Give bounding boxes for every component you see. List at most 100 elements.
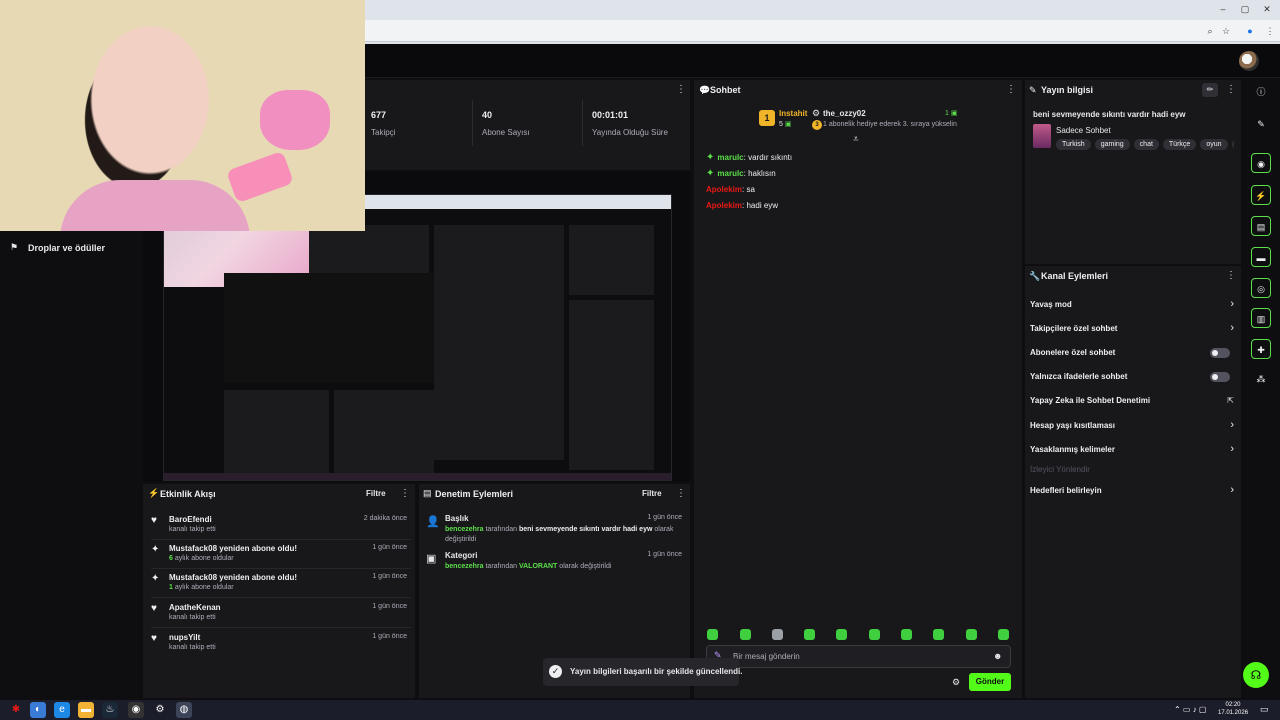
emoji-icon[interactable]: ☻ (993, 651, 1002, 661)
list-item[interactable]: ♥ ApatheKenan kanalı takip etti 1 gün ön… (151, 600, 411, 628)
camera-icon[interactable]: ◉ (1251, 153, 1271, 173)
chat-bubble-icon[interactable]: ▬ (1251, 247, 1271, 267)
edge-icon[interactable]: e (54, 702, 70, 718)
steam-icon[interactable]: ♨ (102, 702, 118, 718)
address-bar[interactable] (365, 20, 1280, 42)
bookmark-star-icon[interactable]: ☆ (1220, 25, 1232, 37)
action-account-age[interactable]: Hesap yaşı kısıtlaması › (1030, 419, 1236, 435)
help-chat-icon[interactable]: ☊ (1243, 662, 1269, 688)
badge-icon: ✦ (706, 168, 715, 179)
list-item[interactable]: ♥ nupsYilt kanalı takip etti 1 gün önce (151, 630, 411, 658)
emote-button[interactable] (707, 629, 718, 640)
item-title: Mustafack08 yeniden abone oldu! (169, 544, 298, 553)
leaderboard-count: 5 ▣ (779, 121, 792, 128)
chrome-icon[interactable]: ◍ (176, 702, 192, 718)
stat-label: Abone Sayısı (482, 128, 530, 137)
broadcast-icon[interactable]: ◎ (1251, 278, 1271, 298)
gifter-name[interactable]: the_ozzy02 (823, 109, 866, 118)
divider (582, 100, 583, 146)
action-ai-moderation[interactable]: Yapay Zeka ile Sohbet Denetimi ⇱ (1030, 396, 1236, 410)
stats-menu-icon[interactable]: ⋮ (676, 84, 686, 95)
zoom-icon[interactable]: ⌕ (1204, 25, 1216, 37)
bolt-icon[interactable]: ⚡ (1251, 185, 1271, 205)
leaderboard-name[interactable]: Instahit (779, 109, 807, 118)
action-followers-only[interactable]: Takipçilere özel sohbet › (1030, 322, 1236, 338)
moderation-menu-icon[interactable]: ⋮ (676, 488, 686, 499)
emote-button[interactable] (804, 629, 815, 640)
emote-button[interactable] (869, 629, 880, 640)
layout-icon[interactable]: ▥ (1251, 308, 1271, 328)
send-button[interactable]: Gönder (969, 673, 1011, 691)
maximize-button[interactable]: ▢ (1234, 4, 1256, 16)
activity-menu-icon[interactable]: ⋮ (400, 488, 410, 499)
avatar[interactable] (1239, 51, 1259, 71)
tag-chip: Türkçe (1162, 139, 1197, 150)
clock[interactable]: 02:20 17.01.2026 (1218, 701, 1248, 717)
chat-icon: 💬 (699, 85, 711, 95)
emote-button[interactable] (772, 629, 783, 640)
edit-stream-info-button[interactable]: ✏ (1202, 83, 1218, 97)
chat-menu-icon[interactable]: ⋮ (1006, 84, 1016, 95)
toggle-switch[interactable] (1210, 348, 1230, 358)
stat-uptime: 00:01:01 Yayında Olduğu Süre (592, 110, 668, 137)
action-emote-only[interactable]: Yalnızca ifadelerle sohbet (1030, 372, 1236, 386)
settings-icon[interactable]: ⚙ (152, 702, 168, 718)
stream-info-menu-icon[interactable]: ⋮ (1226, 84, 1236, 95)
action-subscribers-only[interactable]: Abonelere özel sohbet (1030, 348, 1236, 362)
notification-icon[interactable]: ▭ (1260, 704, 1269, 715)
start-icon[interactable]: ✱ (8, 702, 24, 718)
tray-icons[interactable]: ⌃ ▭ ♪ ▢ (1174, 705, 1207, 714)
chat-settings-icon[interactable]: ⚙ (952, 677, 960, 688)
emote-button[interactable] (998, 629, 1009, 640)
browser-menu-icon[interactable]: ⋮ (1264, 25, 1276, 37)
moderation-filter-button[interactable]: Filtre (642, 489, 662, 498)
action-slow-mode[interactable]: Yavaş mod › (1030, 298, 1236, 314)
list-item[interactable]: 👤 Başlık 1 gün önce bencezehra tarafında… (426, 514, 684, 548)
wrench-icon[interactable]: ✚ (1251, 339, 1271, 359)
obs-icon[interactable]: ◉ (128, 702, 144, 718)
emote-button[interactable] (901, 629, 912, 640)
app-icon[interactable]: ◐ (30, 702, 46, 718)
stream-preview-video[interactable] (163, 194, 672, 481)
info-icon[interactable]: ⓘ (1251, 82, 1271, 102)
chat-username[interactable]: marulc (717, 169, 743, 178)
item-subtitle: kanalı takip etti (169, 644, 216, 651)
close-window-button[interactable]: ✕ (1256, 4, 1278, 16)
emote-button[interactable] (933, 629, 944, 640)
activity-filter-button[interactable]: Filtre (366, 489, 386, 498)
channel-actions-menu-icon[interactable]: ⋮ (1226, 270, 1236, 281)
leaderboard-rank-badge: 1 (759, 110, 775, 126)
profile-icon[interactable]: ● (1244, 25, 1256, 37)
category-thumbnail[interactable] (1033, 124, 1051, 148)
list-item[interactable]: ▣ Kategori 1 gün önce bencezehra tarafın… (426, 551, 684, 575)
chat-message[interactable]: ✦ marulc: haklısın (706, 168, 776, 179)
left-sidebar (0, 231, 143, 700)
list-item[interactable]: ✦ Mustafack08 yeniden abone oldu! 1 aylı… (151, 570, 411, 598)
document-icon[interactable]: ▤ (1251, 216, 1271, 236)
heart-icon: ♥ (151, 515, 157, 526)
minimize-button[interactable]: – (1212, 4, 1234, 16)
chevron-right-icon: › (1230, 298, 1234, 310)
chat-message[interactable]: Apolekim: sa (706, 185, 755, 194)
share-icon[interactable]: ⁂ (1251, 369, 1271, 389)
list-item[interactable]: ♥ BaroEfendi kanalı takip etti 2 dakika … (151, 512, 411, 540)
action-set-goals[interactable]: Hedefleri belirleyin › (1030, 484, 1236, 500)
taskbar (0, 700, 1280, 720)
emote-button[interactable] (740, 629, 751, 640)
chat-username[interactable]: marulc (717, 153, 743, 162)
chat-message[interactable]: ✦ marulc: vardır sıkıntı (706, 152, 792, 163)
chat-message[interactable]: Apolekim: hadi eyw (706, 201, 778, 210)
drops-link[interactable]: Droplar ve ödüller (28, 243, 105, 253)
expand-leaderboard-icon[interactable]: ⩡ (853, 134, 859, 145)
emote-button[interactable] (836, 629, 847, 640)
edit-icon[interactable]: ✎ (1251, 114, 1271, 134)
action-banned-words[interactable]: Yasaklanmış kelimeler › (1030, 443, 1236, 459)
category-icon: ▣ (426, 553, 437, 565)
toggle-switch[interactable] (1210, 372, 1230, 382)
chat-username[interactable]: Apolekim (706, 185, 742, 194)
emote-button[interactable] (966, 629, 977, 640)
folder-icon[interactable]: ▬ (78, 702, 94, 718)
chat-username[interactable]: Apolekim (706, 201, 742, 210)
list-item[interactable]: ✦ Mustafack08 yeniden abone oldu! 6 aylı… (151, 541, 411, 569)
category-name[interactable]: Sadece Sohbet (1056, 126, 1111, 135)
